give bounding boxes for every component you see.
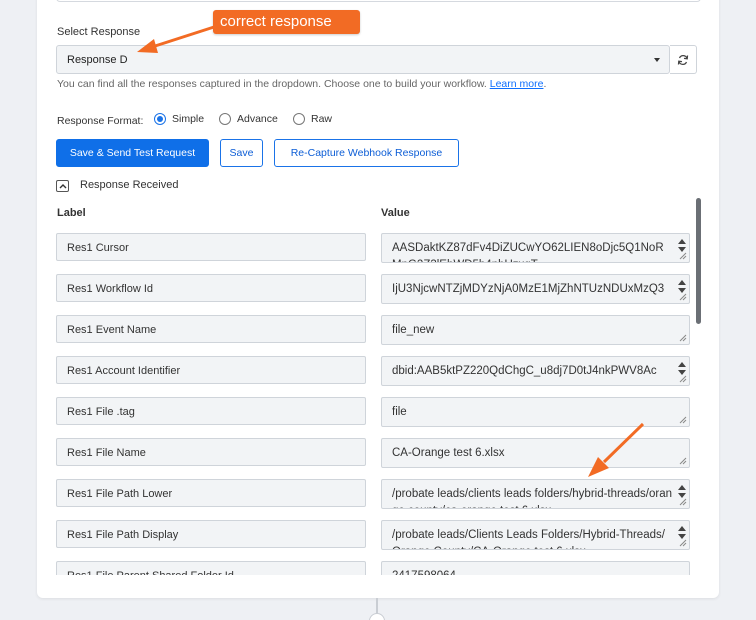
arrow-icon [588,422,645,477]
arrow-icon [137,25,215,53]
annotation-arrows [137,25,645,477]
